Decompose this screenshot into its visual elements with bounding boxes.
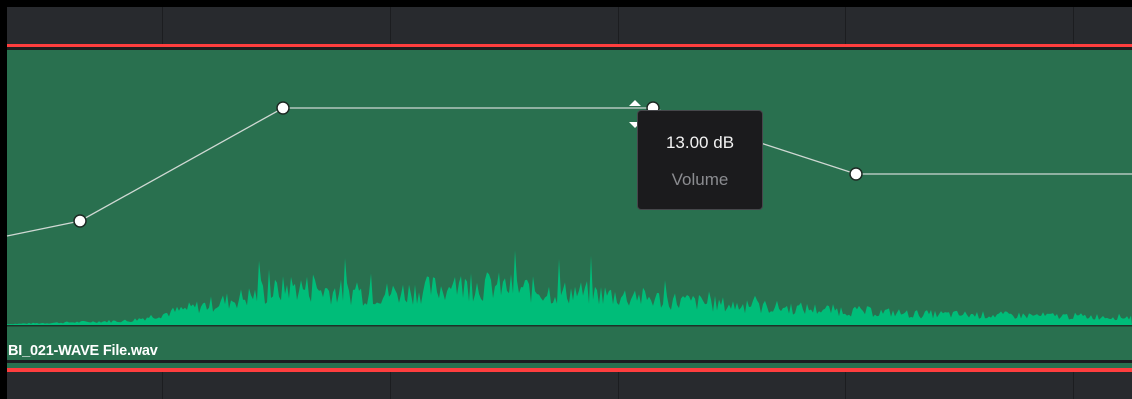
keyframe-1[interactable]	[73, 214, 87, 228]
volume-tooltip: 13.00 dB Volume	[637, 110, 763, 210]
clip-bottom-border	[7, 368, 1132, 372]
tooltip-parameter: Volume	[671, 170, 729, 189]
audio-clip[interactable]: BI_021-WAVE File.wav	[6, 44, 1132, 372]
keyframe-4[interactable]	[849, 167, 863, 181]
tooltip-value: 13.00 dB	[665, 133, 735, 152]
clip-name: BI_021-WAVE File.wav	[8, 343, 158, 359]
track-lane-above	[7, 7, 1132, 43]
clip-footer-divider	[7, 360, 1132, 363]
clip-graphics	[6, 44, 1132, 372]
clip-top-edge	[7, 47, 1132, 50]
waveform-baseline	[7, 325, 1132, 327]
track-lane-below	[7, 374, 1132, 399]
clip-top-border	[7, 44, 1132, 47]
timeline-viewport: BI_021-WAVE File.wav 13.00 dB Volume	[0, 0, 1132, 399]
keyframe-2[interactable]	[276, 101, 290, 115]
